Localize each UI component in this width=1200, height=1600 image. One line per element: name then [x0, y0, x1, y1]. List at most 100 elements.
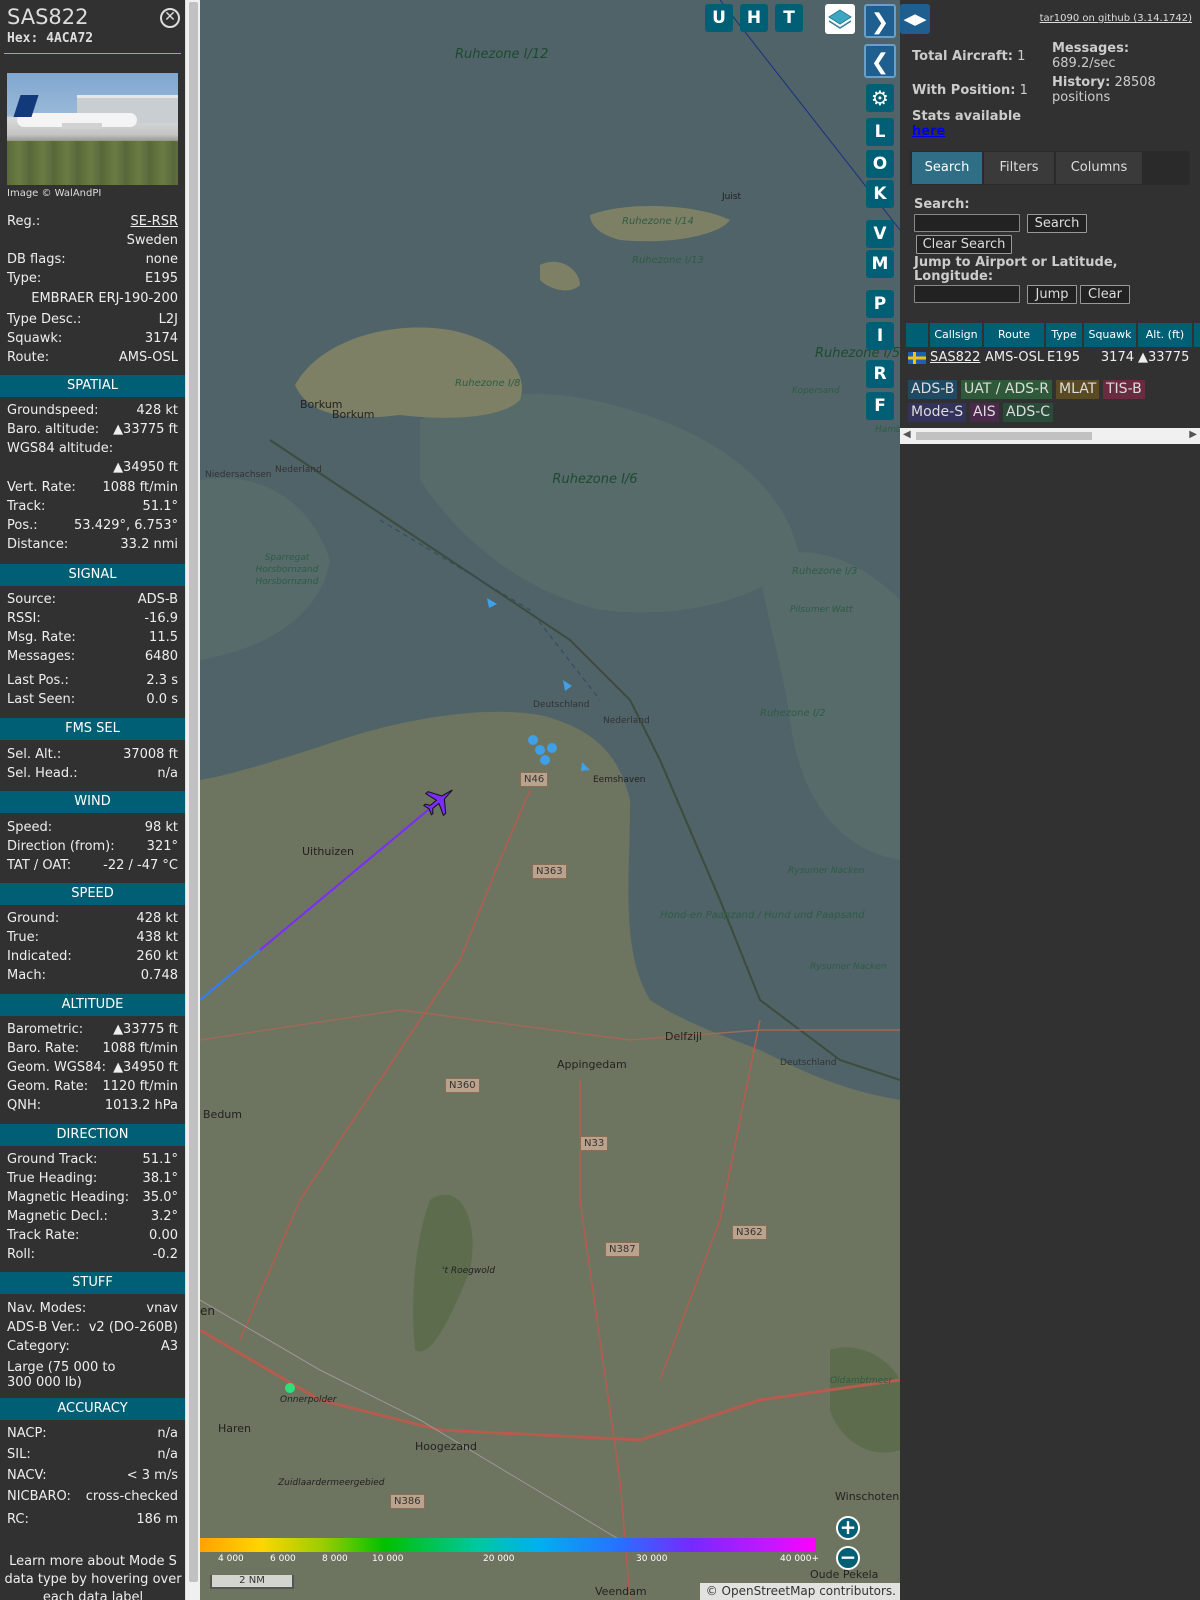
gear-icon[interactable]: ⚙ — [866, 84, 894, 112]
fms-label[interactable]: Sel. Head.: — [7, 765, 78, 783]
accuracy-label[interactable]: NACV: — [7, 1467, 47, 1485]
spatial-label[interactable]: Groundspeed: — [7, 402, 98, 420]
accuracy-label[interactable]: NICBARO: — [7, 1488, 71, 1506]
chevron-left-icon[interactable]: ❮ — [864, 44, 896, 78]
direction-label[interactable]: Magnetic Heading: — [7, 1189, 129, 1207]
direction-label[interactable]: True Heading: — [7, 1170, 97, 1188]
row-type: E195 — [1047, 350, 1081, 365]
wind-label[interactable]: Direction (from): — [7, 838, 115, 856]
table-header-squawk[interactable]: Squawk — [1084, 323, 1136, 347]
map-button-k[interactable]: K — [866, 180, 894, 208]
place-label: Delfzijl — [665, 1030, 703, 1043]
spatial-label[interactable]: Distance: — [7, 536, 68, 554]
wind-label[interactable]: Speed: — [7, 819, 52, 837]
spatial-value: 428 kt — [136, 403, 178, 418]
direction-label[interactable]: Ground Track: — [7, 1151, 97, 1169]
spatial-label[interactable]: Pos.: — [7, 517, 38, 535]
signal-label[interactable]: Msg. Rate: — [7, 629, 76, 647]
direction-label[interactable]: Magnetic Decl.: — [7, 1208, 108, 1226]
map-button-i[interactable]: I — [866, 322, 894, 350]
table-header-route[interactable]: Route — [984, 323, 1044, 347]
signal-label[interactable]: Messages: — [7, 648, 75, 666]
stuff-label[interactable]: Category: — [7, 1338, 70, 1356]
map-button-v[interactable]: V — [866, 220, 894, 248]
altitude-label[interactable]: QNH: — [7, 1097, 41, 1115]
direction-label[interactable]: Track Rate: — [7, 1227, 79, 1245]
signal-label[interactable]: Last Pos.: — [7, 672, 69, 690]
spatial-label[interactable]: WGS84 altitude: — [7, 440, 113, 458]
accuracy-label[interactable]: SIL: — [7, 1446, 31, 1464]
spatial-label[interactable]: Baro. altitude: — [7, 421, 99, 439]
speed-label[interactable]: Indicated: — [7, 948, 72, 966]
table-header-flag[interactable] — [906, 323, 928, 347]
stuff-label[interactable]: ADS-B Ver.: — [7, 1319, 80, 1337]
expand-arrows-icon[interactable]: ◀▶ — [900, 4, 930, 34]
clear-search-button[interactable]: Clear Search — [916, 235, 1012, 254]
github-link[interactable]: tar1090 on github (3.14.1742) — [1040, 13, 1192, 24]
search-input[interactable] — [914, 214, 1020, 232]
scroll-right-icon[interactable]: ▶ — [1189, 429, 1197, 440]
zoom-out-icon[interactable]: − — [836, 1546, 860, 1570]
signal-label[interactable]: Source: — [7, 591, 56, 609]
map-attribution[interactable]: © OpenStreetMap contributors. — [700, 1583, 900, 1600]
stats-link[interactable]: here — [912, 124, 945, 139]
altitude-label[interactable]: Baro. Rate: — [7, 1040, 79, 1058]
reg-link[interactable]: SE-RSR — [131, 213, 178, 231]
tab-filters[interactable]: Filters — [984, 152, 1054, 184]
map-button-r[interactable]: R — [866, 360, 894, 388]
chevron-right-icon[interactable]: ❯ — [864, 4, 896, 38]
speed-label[interactable]: Mach: — [7, 967, 46, 985]
map-button-o[interactable]: O — [866, 150, 894, 178]
map-view[interactable]: Ruhezone I/12 Ruhezone I/6 Ruhezone I/5 … — [200, 0, 900, 1600]
accuracy-label[interactable]: NACP: — [7, 1425, 47, 1443]
jump-label: Jump to Airport or Latitude, Longitude: — [914, 255, 1118, 284]
map-button-m[interactable]: M — [866, 250, 894, 278]
close-icon[interactable]: ✕ — [160, 8, 180, 28]
altitude-label[interactable]: Geom. WGS84: — [7, 1059, 106, 1077]
speed-label[interactable]: Ground: — [7, 910, 59, 928]
scroll-left-icon[interactable]: ◀ — [903, 429, 911, 440]
direction-label[interactable]: Roll: — [7, 1246, 35, 1264]
aircraft-info-panel: SAS822 Hex: 4ACA72 ✕ Image © WalAndPI Re… — [0, 0, 185, 1600]
altitude-label[interactable]: Geom. Rate: — [7, 1078, 88, 1096]
tab-columns[interactable]: Columns — [1056, 152, 1142, 184]
map-button-p[interactable]: P — [866, 290, 894, 318]
table-scrollbar-thumb[interactable] — [916, 432, 1092, 440]
altitude-label[interactable]: Barometric: — [7, 1021, 83, 1039]
fms-label[interactable]: Sel. Alt.: — [7, 746, 61, 764]
info-scrollbar[interactable] — [185, 0, 200, 1600]
sidebar-panel: ◀▶ tar1090 on github (3.14.1742) Total A… — [900, 0, 1200, 1600]
clear-button[interactable]: Clear — [1080, 285, 1130, 304]
speed-label[interactable]: True: — [7, 929, 39, 947]
map-button-t[interactable]: T — [775, 4, 803, 32]
altitude-value: 1088 ft/min — [102, 1041, 178, 1056]
zoom-in-icon[interactable]: + — [836, 1516, 860, 1540]
layers-button[interactable] — [825, 4, 855, 34]
wind-label[interactable]: TAT / OAT: — [7, 857, 71, 875]
table-header-callsign[interactable]: Callsign — [930, 323, 982, 347]
row-callsign[interactable]: SAS822 — [930, 349, 980, 367]
aircraft-photo[interactable] — [7, 73, 178, 185]
table-header-alt[interactable]: Alt. (ft) — [1138, 323, 1192, 347]
spatial-label[interactable]: Vert. Rate: — [7, 479, 76, 497]
map-button-l[interactable]: L — [866, 118, 894, 146]
signal-label[interactable]: Last Seen: — [7, 691, 75, 709]
zone-label: Ruhezone I/12 — [455, 47, 549, 62]
search-button[interactable]: Search — [1027, 214, 1087, 233]
map-button-h[interactable]: H — [740, 4, 768, 32]
map-button-f[interactable]: F — [866, 392, 894, 420]
jump-button[interactable]: Jump — [1027, 285, 1077, 304]
jump-input[interactable] — [914, 285, 1020, 303]
tab-search[interactable]: Search — [912, 152, 982, 184]
stuff-label[interactable]: Nav. Modes: — [7, 1300, 86, 1318]
signal-label[interactable]: RSSI: — [7, 610, 41, 628]
section-header-accuracy: ACCURACY — [0, 1398, 185, 1420]
accuracy-row: RC: 186 m — [7, 1511, 178, 1529]
table-scrollbar[interactable]: ◀ ▶ — [900, 428, 1200, 444]
table-header-type[interactable]: Type — [1046, 323, 1082, 347]
info-scrollbar-thumb[interactable] — [189, 2, 198, 1582]
accuracy-label[interactable]: RC: — [7, 1511, 29, 1529]
map-button-u[interactable]: U — [705, 4, 733, 32]
signal-value: -16.9 — [144, 611, 178, 626]
spatial-label[interactable]: Track: — [7, 498, 45, 516]
